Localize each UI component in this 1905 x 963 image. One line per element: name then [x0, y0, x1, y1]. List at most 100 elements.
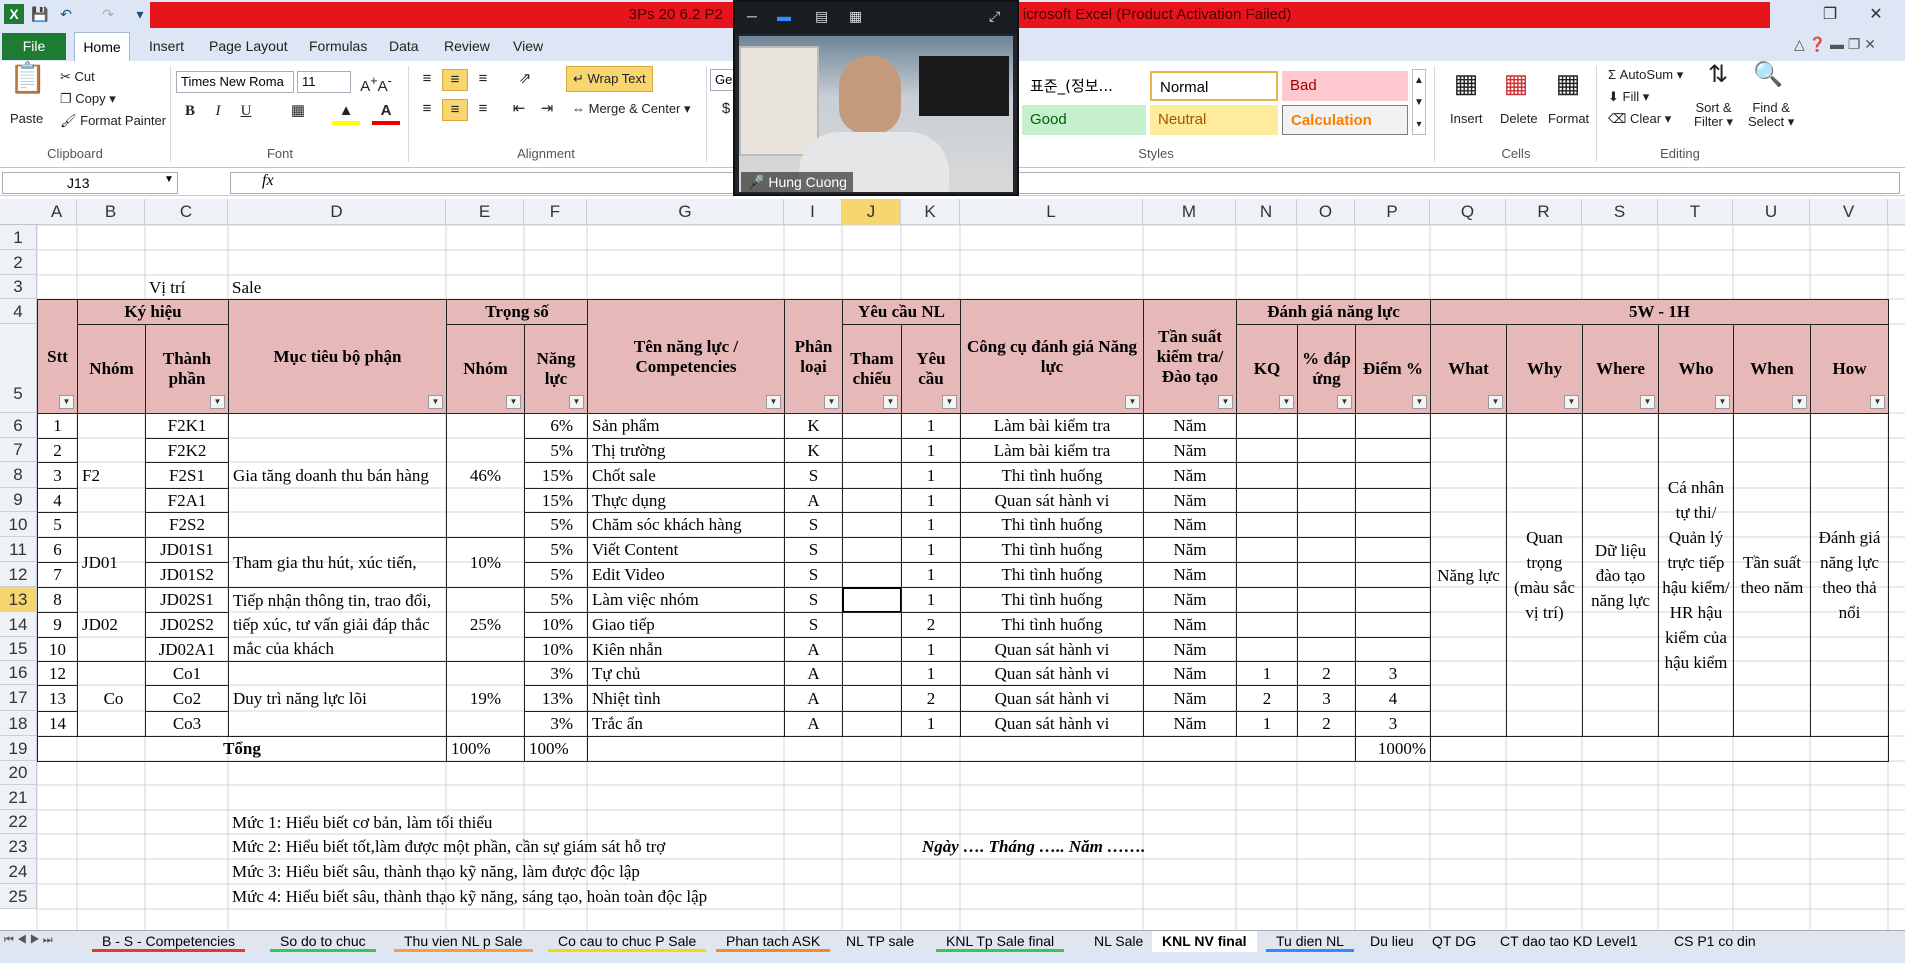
- cell-tansuat[interactable]: Năm: [1143, 562, 1237, 588]
- sheet-tab[interactable]: Du lieu: [1360, 931, 1424, 952]
- cell-stt[interactable]: 3: [37, 462, 78, 489]
- cell-nangluc-weight[interactable]: 10%: [524, 612, 588, 638]
- cell-congcu[interactable]: Thi tình huống: [960, 562, 1144, 588]
- cell-congcu[interactable]: Làm bài kiểm tra: [960, 438, 1144, 463]
- sheet-tab[interactable]: NL TP sale: [836, 931, 924, 952]
- cell-level-3[interactable]: Mức 3: Hiểu biết sâu, thành thạo kỹ năng…: [228, 859, 843, 885]
- cell-level-1[interactable]: Mức 1: Hiểu biết cơ bản, làm tối thiểu: [228, 810, 843, 835]
- cell-thamchieu[interactable]: [842, 438, 902, 463]
- cell-thamchieu[interactable]: [842, 562, 902, 588]
- cell-congcu[interactable]: Quan sát hành vi: [960, 661, 1144, 686]
- cell-stt[interactable]: 14: [37, 711, 78, 737]
- filter-dropdown-icon[interactable]: ▼: [1218, 395, 1233, 409]
- cell-nangluc-weight[interactable]: 6%: [524, 413, 588, 439]
- cell-tennl[interactable]: Thực dụng: [587, 488, 785, 513]
- cell-yeucau[interactable]: 1: [901, 661, 961, 686]
- cell-kq[interactable]: 1: [1236, 711, 1298, 737]
- sheet-tab[interactable]: QT DG: [1422, 931, 1486, 952]
- cell-phanloai[interactable]: A: [784, 661, 843, 686]
- cell-diem[interactable]: 3: [1355, 661, 1431, 686]
- cell-5w-what[interactable]: Năng lực: [1430, 413, 1507, 737]
- cell-stt[interactable]: 7: [37, 562, 78, 588]
- cell-stt[interactable]: 4: [37, 488, 78, 513]
- cell-nangluc-weight[interactable]: 5%: [524, 587, 588, 613]
- cell-total-label[interactable]: Tổng: [37, 736, 447, 762]
- cell-total-5w-empty[interactable]: [1430, 736, 1889, 762]
- cell-5w-when[interactable]: Tần suất theo năm: [1733, 413, 1811, 737]
- cell-level-2[interactable]: Mức 2: Hiểu biết tốt,làm được một phần, …: [228, 834, 843, 860]
- cell-phanloai[interactable]: A: [784, 711, 843, 737]
- cell-group-jd01[interactable]: JD01: [77, 537, 146, 588]
- cell-tansuat[interactable]: Năm: [1143, 685, 1237, 712]
- header-nhom[interactable]: Nhóm: [77, 324, 146, 414]
- cell-dapung[interactable]: [1297, 438, 1356, 463]
- sheet-tab[interactable]: CS P1 co din: [1664, 931, 1766, 952]
- cell-yeucau[interactable]: 1: [901, 512, 961, 538]
- sheet-tab[interactable]: CT dao tao KD Level1: [1490, 931, 1648, 952]
- cell-yeucau[interactable]: 1: [901, 462, 961, 489]
- filter-dropdown-icon[interactable]: ▼: [824, 395, 839, 409]
- cell-weight-jd02[interactable]: 25%: [446, 587, 525, 662]
- cell-thanhphan[interactable]: JD02A1: [145, 637, 229, 662]
- cell-nangluc-weight[interactable]: 3%: [524, 661, 588, 686]
- cell-total-nangluc[interactable]: 100%: [524, 736, 588, 762]
- cell-weight-co[interactable]: 19%: [446, 661, 525, 737]
- cell-stt[interactable]: 10: [37, 637, 78, 662]
- cell-thamchieu[interactable]: [842, 612, 902, 638]
- cell-group-f2[interactable]: F2: [77, 413, 146, 538]
- cell-thanhphan[interactable]: Co3: [145, 711, 229, 737]
- cell-kq[interactable]: [1236, 438, 1298, 463]
- cell-yeucau[interactable]: 1: [901, 711, 961, 737]
- header-danhgia[interactable]: Đánh giá năng lực: [1236, 299, 1431, 325]
- cell-tennl[interactable]: Làm việc nhóm: [587, 587, 785, 613]
- filter-dropdown-icon[interactable]: ▼: [883, 395, 898, 409]
- cell-diem[interactable]: 4: [1355, 685, 1431, 712]
- cell-date-line[interactable]: Ngày …. Tháng ….. Năm …….: [842, 834, 1237, 860]
- cell-diem[interactable]: [1355, 537, 1431, 563]
- cell-diem[interactable]: [1355, 637, 1431, 662]
- cell-thamchieu[interactable]: [842, 413, 902, 439]
- cell-tennl[interactable]: Giao tiếp: [587, 612, 785, 638]
- cell-kq[interactable]: [1236, 562, 1298, 588]
- cell-goal-jd02[interactable]: Tiếp nhận thông tin, trao đổi, tiếp xúc,…: [228, 587, 447, 662]
- filter-dropdown-icon[interactable]: ▼: [1792, 395, 1807, 409]
- cell-thamchieu[interactable]: [842, 637, 902, 662]
- cell-kq[interactable]: [1236, 637, 1298, 662]
- cell-kq[interactable]: [1236, 612, 1298, 638]
- video-call-overlay[interactable]: ─ ▬ ▤ ▦ ⤢ 🎤 Hung Cuong: [733, 0, 1019, 196]
- cell-tennl[interactable]: Thị trường: [587, 438, 785, 463]
- cell-nangluc-weight[interactable]: 13%: [524, 685, 588, 712]
- cell-diem[interactable]: [1355, 612, 1431, 638]
- cell-thamchieu[interactable]: [842, 661, 902, 686]
- cell-goal-jd01[interactable]: Tham gia thu hút, xúc tiến,: [228, 537, 447, 588]
- cell-total-diem[interactable]: 1000%: [1355, 736, 1431, 762]
- cell-tansuat[interactable]: Năm: [1143, 711, 1237, 737]
- cell-nangluc-weight[interactable]: 5%: [524, 562, 588, 588]
- cell-weight-f2[interactable]: 46%: [446, 413, 525, 538]
- cell-thanhphan[interactable]: JD02S1: [145, 587, 229, 613]
- cell-weight-jd01[interactable]: 10%: [446, 537, 525, 588]
- cell-tansuat[interactable]: Năm: [1143, 438, 1237, 463]
- cell-stt[interactable]: 8: [37, 587, 78, 613]
- sheet-tab[interactable]: KNL Tp Sale final: [936, 931, 1065, 952]
- cell-congcu[interactable]: Thi tình huống: [960, 587, 1144, 613]
- header-trongso[interactable]: Trọng số: [446, 299, 588, 325]
- cell-total-empty[interactable]: [587, 736, 1356, 762]
- filter-dropdown-icon[interactable]: ▼: [766, 395, 781, 409]
- filter-dropdown-icon[interactable]: ▼: [1640, 395, 1655, 409]
- filter-dropdown-icon[interactable]: ▼: [1125, 395, 1140, 409]
- cell-diem[interactable]: [1355, 438, 1431, 463]
- header-5w1h[interactable]: 5W - 1H: [1430, 299, 1889, 325]
- cell-dapung[interactable]: [1297, 462, 1356, 489]
- cell-phanloai[interactable]: S: [784, 512, 843, 538]
- cell-dapung[interactable]: [1297, 488, 1356, 513]
- cell-tansuat[interactable]: Năm: [1143, 612, 1237, 638]
- cell-kq[interactable]: [1236, 512, 1298, 538]
- cell-phanloai[interactable]: S: [784, 612, 843, 638]
- cell-thamchieu[interactable]: [842, 512, 902, 538]
- cell-congcu[interactable]: Quan sát hành vi: [960, 637, 1144, 662]
- cell-diem[interactable]: [1355, 462, 1431, 489]
- filter-dropdown-icon[interactable]: ▼: [569, 395, 584, 409]
- cell-tennl[interactable]: Chốt sale: [587, 462, 785, 489]
- filter-dropdown-icon[interactable]: ▼: [1564, 395, 1579, 409]
